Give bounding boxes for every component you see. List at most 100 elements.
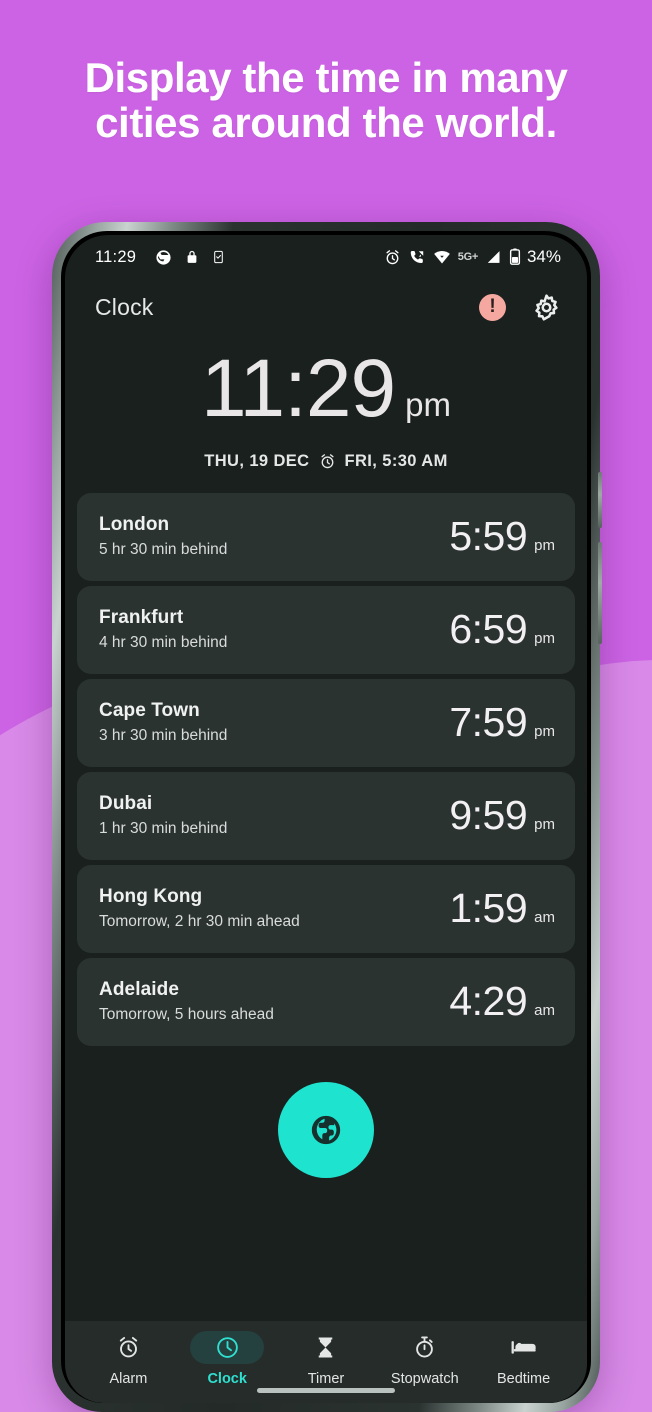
header-actions: ! (479, 293, 561, 322)
city-ampm: am (534, 909, 555, 926)
app-header: Clock ! (65, 279, 587, 326)
main-clock-ampm: pm (405, 386, 451, 423)
city-offset: 4 hr 30 min behind (99, 634, 228, 651)
nav-pill (388, 1331, 462, 1364)
phone-frame: 11:29 5G+ 34% Clock ! 11:29 pm THU, 19 D… (52, 222, 602, 1412)
city-name: Hong Kong (99, 886, 203, 907)
city-row[interactable]: Cape Town 3 hr 30 min behind 7:59 pm (77, 679, 575, 767)
city-info: Dubai 1 hr 30 min behind (99, 793, 227, 838)
promo-headline: Display the time in many cities around t… (84, 54, 568, 146)
city-time-group: 6:59 pm (449, 606, 555, 653)
city-ampm: am (534, 1002, 555, 1019)
city-name: London (99, 514, 170, 535)
city-time-group: 1:59 am (449, 885, 555, 932)
phone-bezel: 11:29 5G+ 34% Clock ! 11:29 pm THU, 19 D… (61, 231, 591, 1403)
status-bar-right: 5G+ 34% (384, 247, 561, 267)
next-alarm-label: FRI, 5:30 AM (344, 452, 448, 470)
wifi-icon (433, 250, 451, 264)
stopwatch-icon (412, 1335, 437, 1360)
city-offset: 5 hr 30 min behind (99, 541, 228, 558)
city-offset: Tomorrow, 5 hours ahead (99, 1006, 274, 1023)
gear-icon[interactable] (532, 293, 561, 322)
chat-icon (155, 249, 172, 266)
status-bar-left: 11:29 (95, 248, 225, 267)
bed-icon (510, 1335, 537, 1360)
city-name: Adelaide (99, 979, 179, 1000)
nav-item-stopwatch[interactable]: Stopwatch (375, 1331, 474, 1387)
city-time-group: 9:59 pm (449, 792, 555, 839)
city-row[interactable]: Hong Kong Tomorrow, 2 hr 30 min ahead 1:… (77, 865, 575, 953)
status-bar-time: 11:29 (95, 247, 137, 266)
city-ampm: pm (534, 630, 555, 647)
city-info: Adelaide Tomorrow, 5 hours ahead (99, 979, 274, 1024)
city-time: 7:59 (449, 699, 528, 745)
phone-side-button-power (598, 542, 602, 644)
battery-percent-label: 34% (526, 247, 561, 266)
nav-item-clock[interactable]: Clock (178, 1331, 277, 1387)
main-clock-date: THU, 19 DEC (204, 452, 310, 470)
city-time: 5:59 (449, 513, 528, 559)
clock-icon (215, 1335, 240, 1360)
status-bar: 11:29 5G+ 34% (65, 235, 587, 279)
city-offset: Tomorrow, 2 hr 30 min ahead (99, 913, 300, 930)
gesture-bar[interactable] (257, 1388, 395, 1393)
nav-pill (190, 1331, 265, 1364)
add-city-fab[interactable] (278, 1082, 374, 1178)
alarm-icon (116, 1335, 141, 1360)
city-time-group: 7:59 pm (449, 699, 555, 746)
city-time: 6:59 (449, 606, 528, 652)
city-row[interactable]: London 5 hr 30 min behind 5:59 pm (77, 493, 575, 581)
nav-label: Bedtime (496, 1371, 551, 1387)
city-time: 1:59 (449, 885, 528, 931)
city-info: Hong Kong Tomorrow, 2 hr 30 min ahead (99, 886, 300, 931)
lock-icon (185, 248, 199, 266)
alert-badge-button[interactable]: ! (479, 294, 506, 321)
nav-item-timer[interactable]: Timer (277, 1331, 376, 1387)
city-row[interactable]: Frankfurt 4 hr 30 min behind 6:59 pm (77, 586, 575, 674)
city-offset: 3 hr 30 min behind (99, 727, 228, 744)
city-time-group: 4:29 am (449, 978, 555, 1025)
network-type-label: 5G+ (457, 251, 479, 263)
globe-icon (309, 1113, 343, 1147)
main-clock: 11:29 pm THU, 19 DEC FRI, 5:30 AM (65, 326, 587, 471)
city-ampm: pm (534, 723, 555, 740)
battery-icon (509, 248, 521, 266)
nav-label: Timer (307, 1371, 345, 1387)
alarm-icon (319, 453, 336, 470)
phone-screen: 11:29 5G+ 34% Clock ! 11:29 pm THU, 19 D… (65, 235, 587, 1403)
phone-check-icon (212, 248, 225, 266)
city-info: Frankfurt 4 hr 30 min behind (99, 607, 227, 652)
city-ampm: pm (534, 537, 555, 554)
city-time-group: 5:59 pm (449, 513, 555, 560)
fab-container (65, 1046, 587, 1178)
phone-side-button-volume (598, 472, 602, 528)
hourglass-icon (313, 1335, 338, 1360)
city-info: Cape Town 3 hr 30 min behind (99, 700, 227, 745)
nav-pill (289, 1331, 363, 1364)
nav-label: Clock (207, 1371, 247, 1387)
main-clock-time-row: 11:29 pm (65, 348, 587, 430)
nav-pill (487, 1331, 561, 1364)
alert-badge-label: ! (489, 296, 496, 317)
nav-pill (91, 1331, 165, 1364)
cellular-signal-icon (485, 249, 502, 265)
city-time: 4:29 (449, 978, 528, 1024)
city-row[interactable]: Dubai 1 hr 30 min behind 9:59 pm (77, 772, 575, 860)
city-time: 9:59 (449, 792, 528, 838)
page-title: Clock (95, 294, 154, 320)
nav-item-alarm[interactable]: Alarm (79, 1331, 178, 1387)
city-name: Dubai (99, 793, 153, 814)
city-row[interactable]: Adelaide Tomorrow, 5 hours ahead 4:29 am (77, 958, 575, 1046)
city-ampm: pm (534, 816, 555, 833)
city-name: Frankfurt (99, 607, 184, 628)
nav-label: Stopwatch (390, 1371, 459, 1387)
main-clock-time: 11:29 (201, 343, 396, 434)
city-info: London 5 hr 30 min behind (99, 514, 227, 559)
nav-label: Alarm (109, 1371, 148, 1387)
city-name: Cape Town (99, 700, 200, 721)
nav-item-bedtime[interactable]: Bedtime (474, 1331, 573, 1387)
main-clock-date-row: THU, 19 DEC FRI, 5:30 AM (65, 452, 587, 471)
call-signal-icon (408, 249, 426, 266)
world-clock-list: London 5 hr 30 min behind 5:59 pm Frankf… (65, 471, 587, 1046)
city-offset: 1 hr 30 min behind (99, 820, 228, 837)
